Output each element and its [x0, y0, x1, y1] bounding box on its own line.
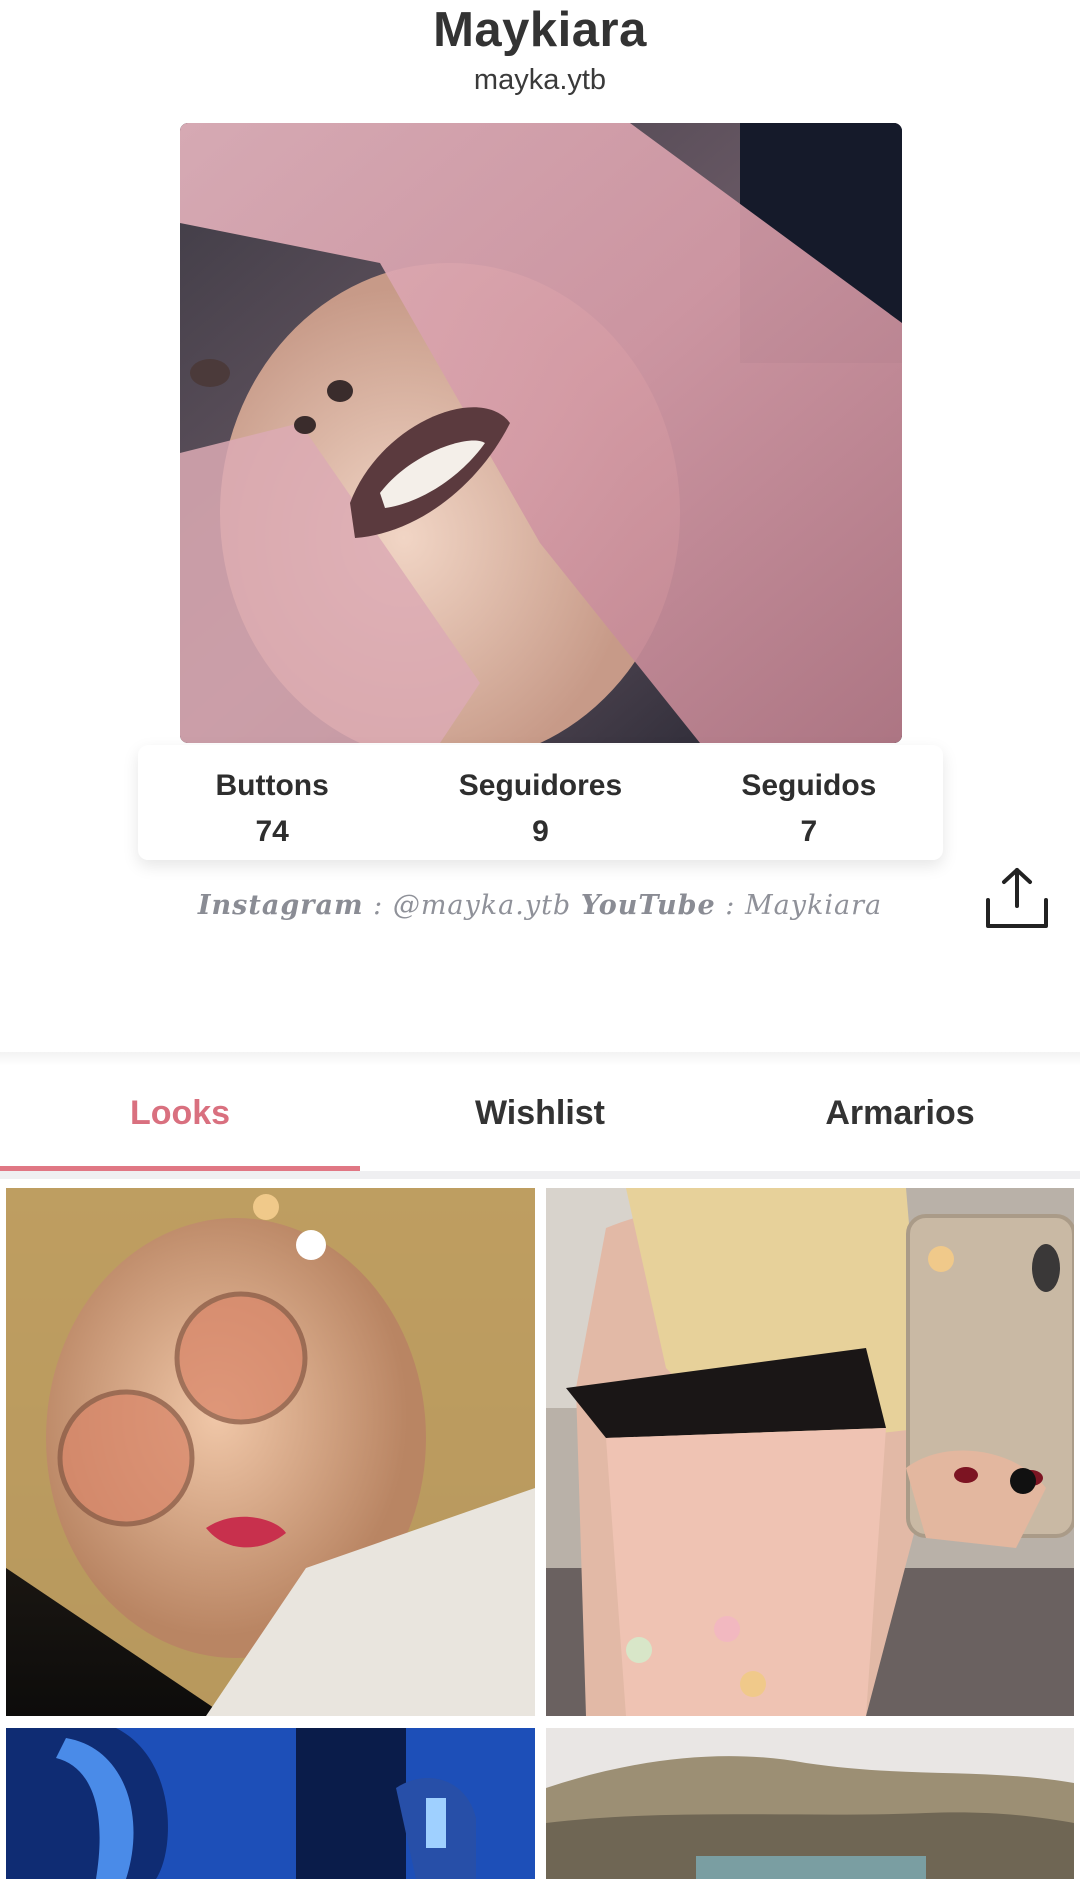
profile-name: Maykiara: [433, 3, 647, 57]
tab-armarios[interactable]: Armarios: [720, 1068, 1080, 1172]
bio-youtube-label: YouTube: [580, 890, 716, 921]
profile-photo: [180, 123, 902, 743]
share-icon[interactable]: [982, 866, 1052, 930]
stat-buttons[interactable]: Buttons 74: [138, 745, 406, 860]
bio-instagram-label: Instagram: [197, 890, 364, 921]
look-card-landscape[interactable]: [546, 1728, 1074, 1879]
stat-value: 74: [255, 815, 289, 848]
bio-instagram-handle: @mayka.ytb: [392, 890, 572, 921]
stat-label: Buttons: [215, 769, 329, 802]
bio-separator: :: [725, 890, 736, 921]
stat-seguidores[interactable]: Seguidores 9: [406, 745, 674, 860]
profile-handle: mayka.ytb: [473, 64, 607, 96]
tag-dot[interactable]: [296, 1230, 326, 1260]
bio-separator: :: [373, 890, 384, 921]
tag-dot[interactable]: [1010, 1468, 1036, 1494]
stats-card: Buttons 74 Seguidores 9 Seguidos 7: [138, 745, 943, 860]
tag-dot[interactable]: [253, 1194, 279, 1220]
look-card-sunglasses[interactable]: [6, 1188, 535, 1716]
tag-dot[interactable]: [714, 1616, 740, 1642]
stat-seguidos[interactable]: Seguidos 7: [675, 745, 943, 860]
tab-bar: Looks Wishlist Armarios: [0, 1068, 1080, 1172]
stat-label: Seguidos: [741, 769, 877, 802]
stat-label: Seguidores: [458, 769, 623, 802]
stat-value: 9: [532, 815, 549, 848]
tabs-border: [0, 1171, 1080, 1179]
section-divider: [0, 1052, 1080, 1066]
tag-dot[interactable]: [626, 1637, 652, 1663]
tab-looks[interactable]: Looks: [0, 1068, 360, 1172]
bio-youtube-name: Maykiara: [744, 890, 883, 921]
tag-dot[interactable]: [740, 1671, 766, 1697]
tab-wishlist[interactable]: Wishlist: [360, 1068, 720, 1172]
profile-bio: Instagram : @mayka.ytb YouTube : Maykiar…: [0, 890, 1080, 921]
look-card-mirror-selfie[interactable]: [546, 1188, 1074, 1716]
stat-value: 7: [800, 815, 818, 848]
tag-dot[interactable]: [928, 1246, 954, 1272]
look-card-blue-lights[interactable]: [6, 1728, 535, 1879]
